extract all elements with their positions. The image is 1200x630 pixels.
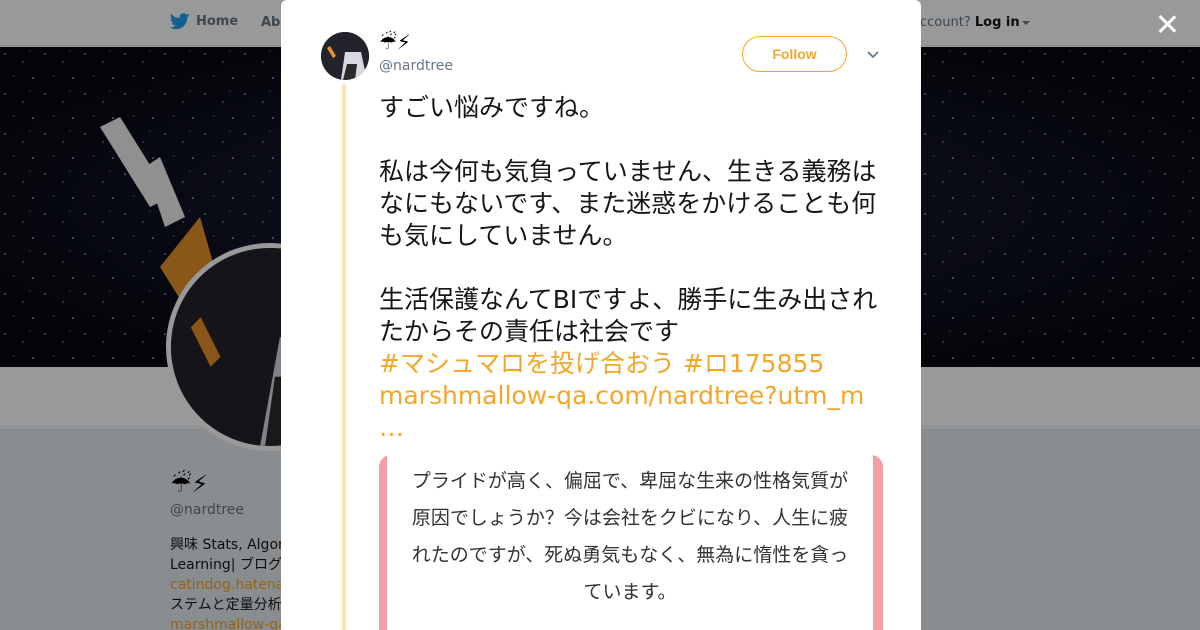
tweet-modal: ☔⚡ @nardtree Follow すごい悩みですね。 私は今何も気負ってい… <box>281 0 921 630</box>
author-avatar[interactable] <box>321 32 369 80</box>
hashtag-link[interactable]: #ロ175855 <box>683 349 824 378</box>
tweet-paragraph: 生活保護なんてBIですよ、勝手に生み出されたからその責任は社会です <box>379 285 878 346</box>
follow-button[interactable]: Follow <box>742 36 847 72</box>
image-card[interactable]: プライドが高く、偏屈で、卑屈な生来の性格気質が原因でしょうか？今は会社をクビにな… <box>379 455 883 630</box>
tweet-links: #マシュマロを投げ合おう #ロ175855 marshmallow-qa.com… <box>379 348 889 444</box>
tweet-paragraph: 私は今何も気負っていません、生きる義務はなにもないです、また迷惑をかけることも何… <box>379 157 877 250</box>
author-handle[interactable]: @nardtree <box>379 58 453 74</box>
tweet-text: すごい悩みですね。 私は今何も気負っていません、生きる義務はなにもないです、また… <box>379 92 889 444</box>
hashtag-link[interactable]: #マシュマロを投げ合おう <box>379 349 675 378</box>
tweet-paragraph: すごい悩みですね。 <box>379 93 605 122</box>
url-link[interactable]: marshmallow-qa.com/nardtree?utm_m … <box>379 381 864 442</box>
chevron-down-icon[interactable] <box>867 50 879 60</box>
card-body: プライドが高く、偏屈で、卑屈な生来の性格気質が原因でしょうか？今は会社をクビにな… <box>387 455 873 630</box>
card-question-text: プライドが高く、偏屈で、卑屈な生来の性格気質が原因でしょうか？今は会社をクビにな… <box>411 470 849 603</box>
thread-line <box>342 84 346 630</box>
close-icon[interactable] <box>1153 11 1181 39</box>
author-name[interactable]: ☔⚡ <box>379 31 411 53</box>
